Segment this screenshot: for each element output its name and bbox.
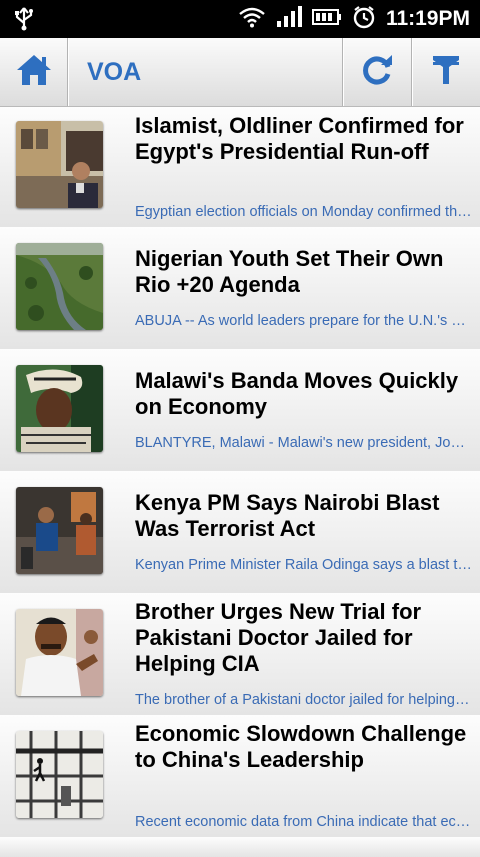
status-time: 11:19PM xyxy=(385,7,470,30)
article-summary: Recent economic data from China indicate… xyxy=(135,814,472,830)
wifi-icon xyxy=(238,6,266,33)
filter-icon xyxy=(431,54,461,91)
refresh-icon xyxy=(361,54,393,91)
article-summary: Egyptian election officials on Monday co… xyxy=(135,204,472,220)
battery-icon xyxy=(311,8,342,31)
article-item-3[interactable]: Malawi's Banda Moves Quickly on Economy … xyxy=(0,349,480,473)
article-headline: Malawi's Banda Moves Quickly on Economy xyxy=(135,368,459,419)
alarm-icon xyxy=(352,5,376,34)
usb-icon xyxy=(12,6,36,37)
article-item-1[interactable]: Islamist, Oldliner Confirmed for Egypt's… xyxy=(0,107,480,229)
home-icon xyxy=(15,53,53,92)
action-bar: VOA xyxy=(0,38,480,107)
app-title: VOA xyxy=(87,58,142,86)
article-headline: Kenya PM Says Nairobi Blast Was Terroris… xyxy=(135,490,440,541)
filter-button[interactable] xyxy=(412,38,480,106)
article-headline: Brother Urges New Trial for Pakistani Do… xyxy=(135,599,422,676)
article-summary: Kenyan Prime Minister Raila Odinga says … xyxy=(135,557,472,573)
status-bar: 11:19PM xyxy=(0,0,480,38)
toolbar-divider xyxy=(67,38,68,106)
article-thumbnail xyxy=(16,487,103,574)
article-thumbnail xyxy=(16,243,103,330)
article-thumbnail xyxy=(16,365,103,452)
article-item-4[interactable]: Kenya PM Says Nairobi Blast Was Terroris… xyxy=(0,471,480,595)
article-headline: Economic Slowdown Challenge to China's L… xyxy=(135,721,467,772)
article-thumbnail xyxy=(16,731,103,818)
list-item-partial[interactable] xyxy=(0,837,480,857)
article-thumbnail xyxy=(16,121,103,208)
article-item-5[interactable]: Brother Urges New Trial for Pakistani Do… xyxy=(0,593,480,717)
article-headline: Nigerian Youth Set Their Own Rio +20 Age… xyxy=(135,246,444,297)
article-summary: ABUJA -- As world leaders prepare for th… xyxy=(135,313,472,329)
article-item-2[interactable]: Nigerian Youth Set Their Own Rio +20 Age… xyxy=(0,227,480,351)
home-button[interactable] xyxy=(0,38,67,106)
article-summary: The brother of a Pakistani doctor jailed… xyxy=(135,692,472,708)
refresh-button[interactable] xyxy=(343,38,411,106)
article-headline: Islamist, Oldliner Confirmed for Egypt's… xyxy=(135,113,464,164)
article-thumbnail xyxy=(16,609,103,696)
signal-icon xyxy=(276,5,302,33)
article-item-6[interactable]: Economic Slowdown Challenge to China's L… xyxy=(0,715,480,839)
article-summary: BLANTYRE, Malawi - Malawi's new presiden… xyxy=(135,435,472,451)
